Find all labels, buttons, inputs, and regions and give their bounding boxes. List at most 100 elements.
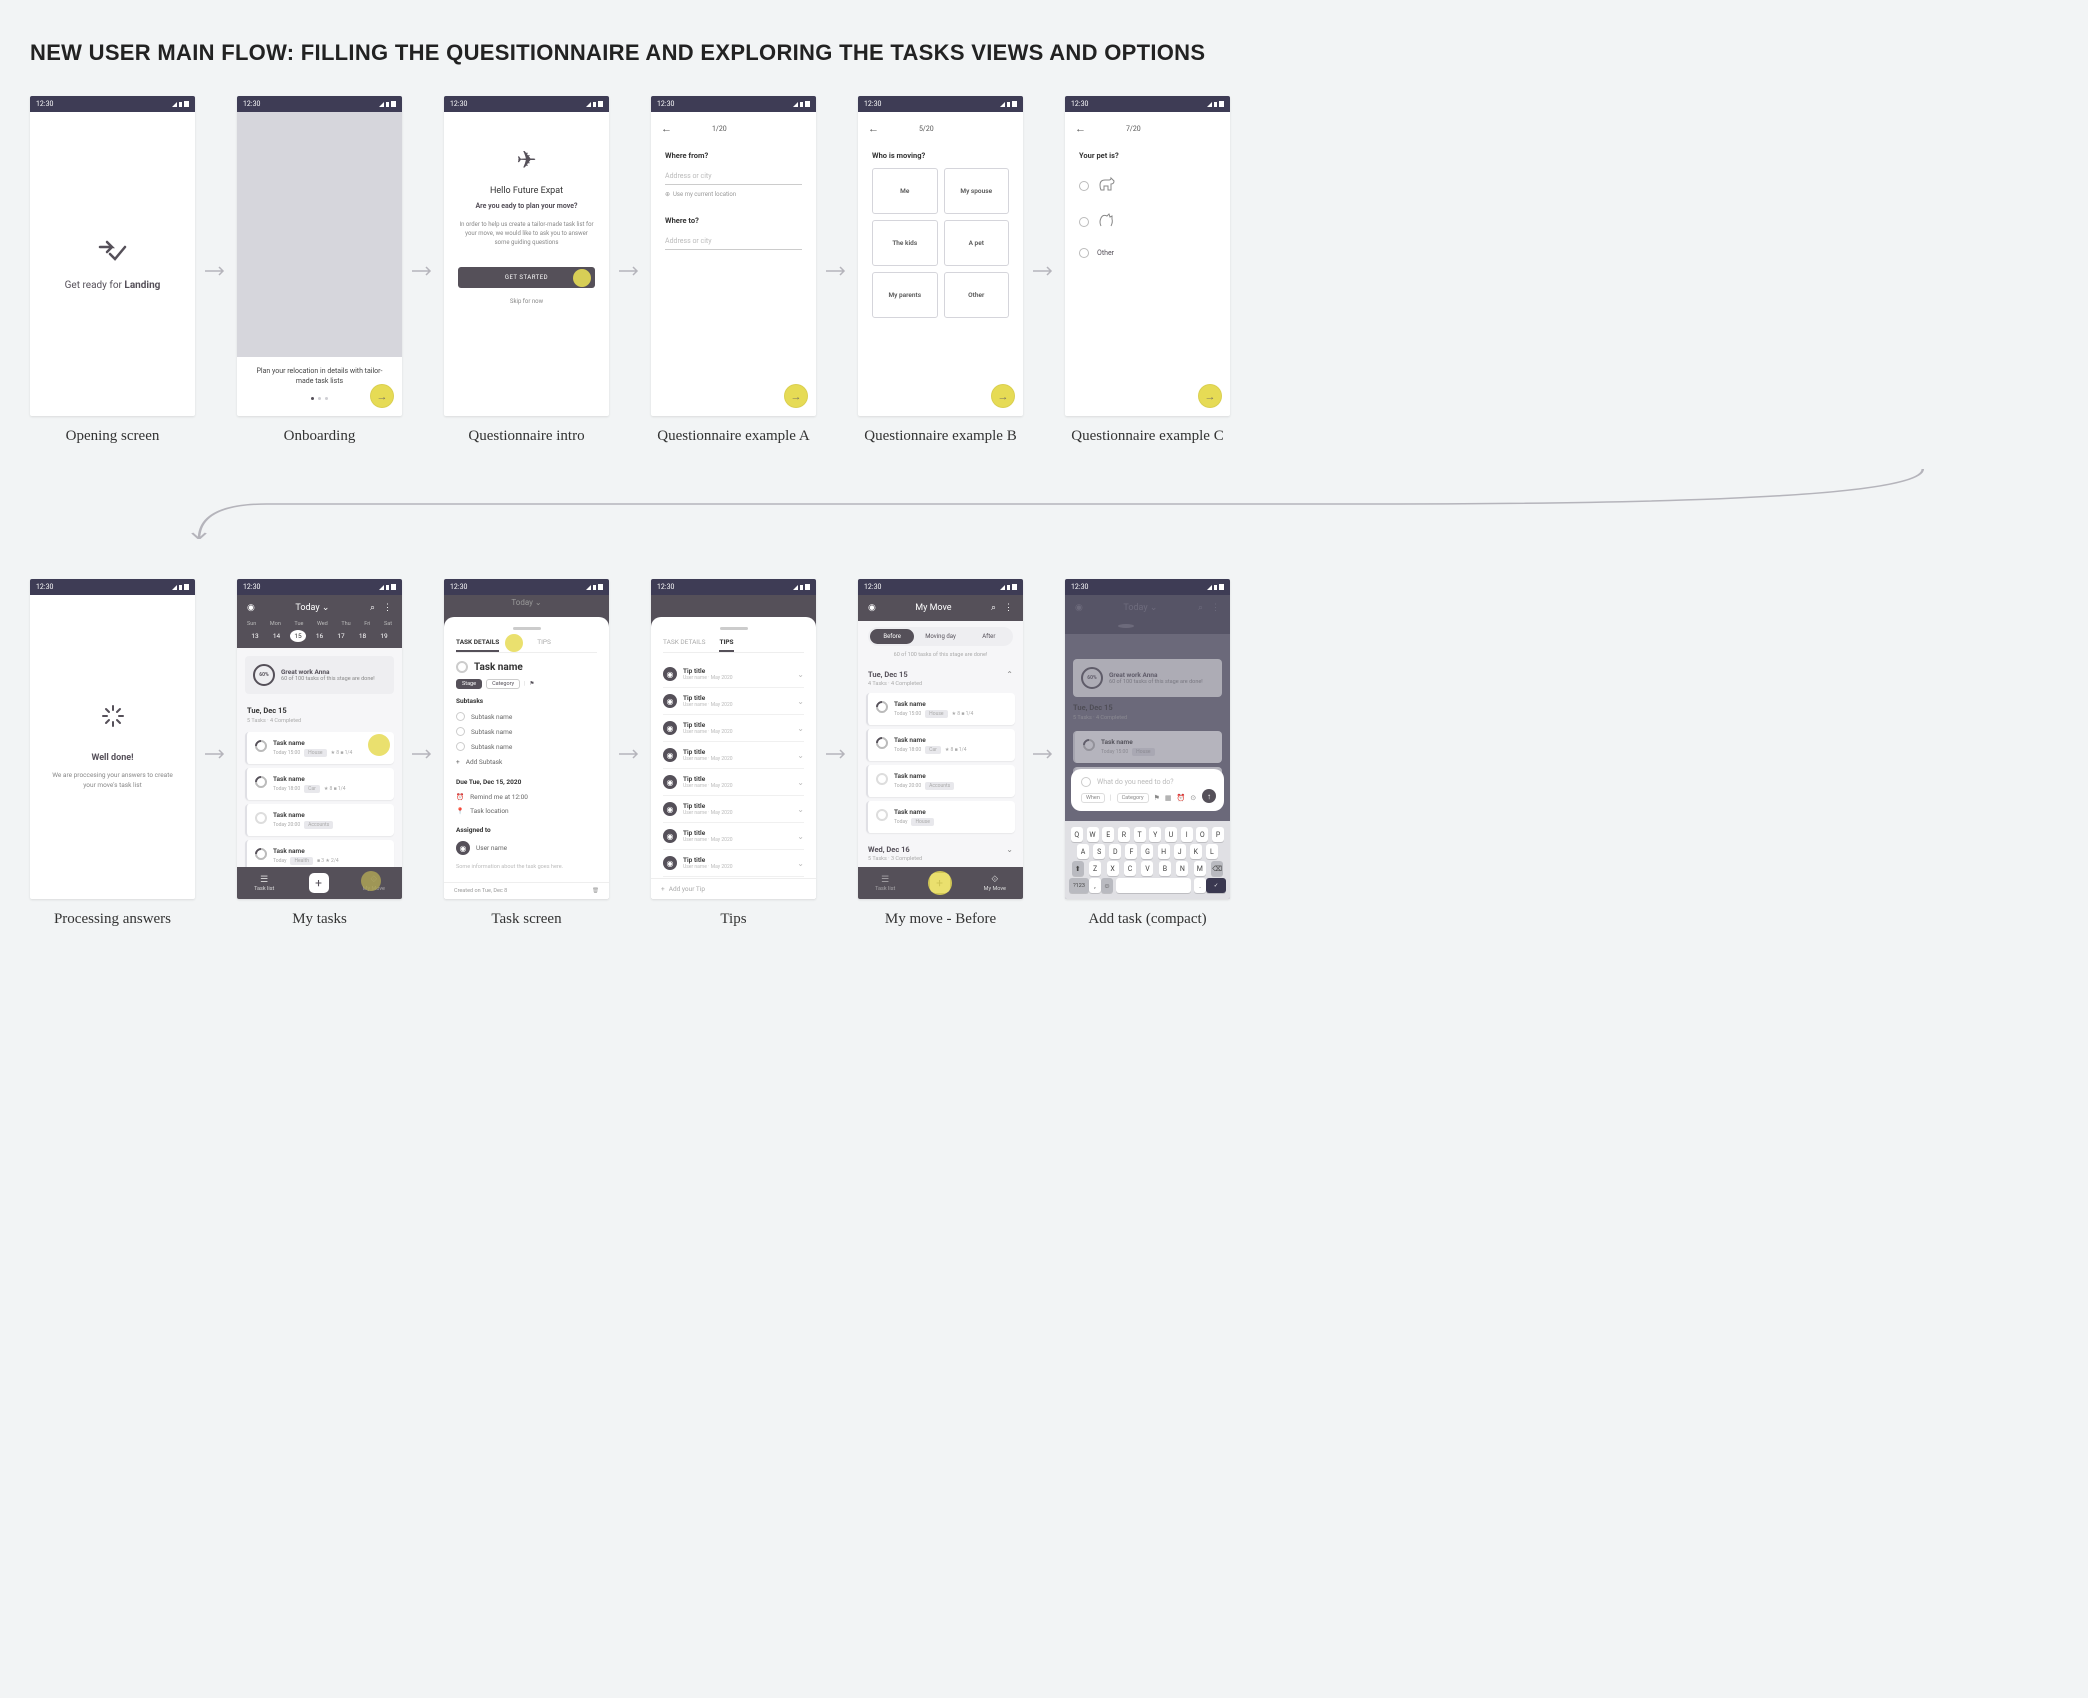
search-icon[interactable]: ⌕ bbox=[991, 603, 996, 613]
add-tip-input[interactable]: +Add your Tip bbox=[651, 878, 816, 899]
kb-key[interactable]: M bbox=[1194, 861, 1206, 876]
kb-key[interactable]: V bbox=[1141, 861, 1153, 876]
tip-row[interactable]: ◉Tip titleUser name · May 2020⌄ bbox=[663, 742, 804, 769]
task-row[interactable]: Task nameTodayHouse bbox=[866, 801, 1015, 833]
segment-moving-day[interactable]: Moving day bbox=[918, 629, 962, 644]
subtask-row[interactable]: Subtask name bbox=[456, 724, 597, 739]
date-row[interactable]: 13141516171819 bbox=[247, 630, 392, 642]
task-row[interactable]: Task nameToday 20:00Accounts bbox=[245, 804, 394, 836]
add-fab[interactable]: + bbox=[309, 873, 329, 893]
tip-row[interactable]: ◉Tip titleUser name · May 2020⌄ bbox=[663, 661, 804, 688]
kb-key[interactable]: Z bbox=[1089, 861, 1101, 876]
next-fab[interactable]: → bbox=[991, 384, 1015, 408]
next-fab[interactable]: → bbox=[370, 384, 394, 408]
kb-key[interactable]: P bbox=[1212, 827, 1224, 842]
tip-row[interactable]: ◉Tip titleUser name · May 2020⌄ bbox=[663, 715, 804, 742]
task-row[interactable]: Task nameToday 18:00Car★ 8 ■ 1/4 bbox=[866, 729, 1015, 761]
kb-symbols[interactable]: ?123 bbox=[1069, 878, 1089, 893]
stage-chip[interactable]: Stage bbox=[456, 679, 482, 689]
kb-comma[interactable]: , bbox=[1089, 878, 1101, 893]
category-chip[interactable]: Category bbox=[1117, 793, 1149, 803]
kb-key[interactable]: I bbox=[1181, 827, 1193, 842]
kb-key[interactable]: C bbox=[1124, 861, 1136, 876]
header-title[interactable]: Today ⌄ bbox=[295, 603, 329, 613]
tip-row[interactable]: ◉Tip titleUser name · May 2020⌄ bbox=[663, 823, 804, 850]
radio-option[interactable]: Other bbox=[1079, 240, 1216, 266]
tip-row[interactable]: ◉Tip titleUser name · May 2020⌄ bbox=[663, 688, 804, 715]
use-location-link[interactable]: ⊕Use my current location bbox=[665, 191, 802, 198]
task-input[interactable]: What do you need to do? bbox=[1081, 777, 1214, 787]
sheet-handle[interactable] bbox=[513, 627, 541, 630]
tip-row[interactable]: ◉Tip titleUser name · May 2020⌄ bbox=[663, 769, 804, 796]
kb-key[interactable]: G bbox=[1141, 844, 1153, 859]
option-card[interactable]: Me bbox=[872, 168, 938, 214]
segment-before[interactable]: Before bbox=[870, 629, 914, 644]
flag-icon[interactable]: ⚑ bbox=[1154, 794, 1160, 802]
address-input[interactable]: Address or city bbox=[665, 233, 802, 250]
tip-row[interactable]: ◉Tip titleUser name · May 2020⌄ bbox=[663, 850, 804, 877]
kb-dot[interactable]: . bbox=[1194, 878, 1206, 893]
assignee-row[interactable]: ◉User name bbox=[456, 838, 597, 858]
kb-key[interactable]: T bbox=[1134, 827, 1146, 842]
kb-space[interactable] bbox=[1116, 878, 1191, 893]
kb-enter[interactable]: ✓ bbox=[1206, 878, 1226, 893]
nav-task-list[interactable]: ☰Task list bbox=[254, 875, 274, 892]
kb-key[interactable]: F bbox=[1125, 844, 1137, 859]
more-icon[interactable]: ⋮ bbox=[1004, 603, 1013, 613]
subtask-row[interactable]: Subtask name bbox=[456, 709, 597, 724]
kb-key[interactable]: X bbox=[1107, 861, 1119, 876]
kb-backspace[interactable]: ⌫ bbox=[1211, 861, 1223, 876]
kb-key[interactable]: S bbox=[1093, 844, 1105, 859]
flag-icon[interactable]: ⚑ bbox=[529, 681, 534, 687]
option-card[interactable]: Other bbox=[944, 272, 1010, 318]
kb-key[interactable]: K bbox=[1190, 844, 1202, 859]
kb-key[interactable]: A bbox=[1077, 844, 1089, 859]
tab-tips[interactable]: TIPS bbox=[719, 638, 733, 652]
next-fab[interactable]: → bbox=[1198, 384, 1222, 408]
task-row[interactable]: Task nameToday 15:00House★ 8 ■ 1/4 bbox=[866, 693, 1015, 725]
address-input[interactable]: Address or city bbox=[665, 168, 802, 185]
kb-shift[interactable]: ⬆ bbox=[1072, 861, 1084, 876]
option-card[interactable]: The kids bbox=[872, 220, 938, 266]
back-icon[interactable]: ← bbox=[661, 122, 672, 135]
task-row[interactable]: Task nameToday 18:00Car★ 8 ■ 1/4 bbox=[245, 768, 394, 800]
get-started-button[interactable]: GET STARTED bbox=[458, 267, 595, 288]
kb-emoji[interactable]: ☺ bbox=[1101, 878, 1113, 893]
nav-my-move[interactable]: ⟐My Move bbox=[363, 875, 385, 892]
task-row[interactable]: Task nameToday 20:00Accounts bbox=[866, 765, 1015, 797]
calendar-icon[interactable]: ▦ bbox=[1165, 794, 1172, 802]
pin-icon[interactable]: ⊙ bbox=[1190, 794, 1196, 802]
back-icon[interactable]: ← bbox=[868, 122, 879, 135]
location-row[interactable]: 📍Task location bbox=[456, 804, 597, 818]
kb-key[interactable]: L bbox=[1206, 844, 1218, 859]
more-icon[interactable]: ⋮ bbox=[383, 603, 392, 613]
tip-row[interactable]: ◉Tip titleUser name · May 2020⌄ bbox=[663, 796, 804, 823]
trash-icon[interactable]: 🗑 bbox=[592, 888, 599, 894]
kb-key[interactable]: H bbox=[1158, 844, 1170, 859]
day-header[interactable]: Wed, Dec 16⌄5 Tasks · 3 Completed bbox=[858, 837, 1023, 864]
sheet-handle[interactable] bbox=[720, 627, 748, 630]
tab-details[interactable]: TASK DETAILS bbox=[456, 638, 499, 652]
account-icon[interactable]: ◉ bbox=[868, 603, 876, 613]
kb-key[interactable]: E bbox=[1102, 827, 1114, 842]
option-card[interactable]: My spouse bbox=[944, 168, 1010, 214]
tab-details[interactable]: TASK DETAILS bbox=[663, 638, 705, 652]
nav-my-move[interactable]: ⟐My Move bbox=[984, 875, 1006, 892]
category-chip[interactable]: Category bbox=[486, 679, 520, 689]
account-icon[interactable]: ◉ bbox=[247, 603, 255, 613]
task-ring-icon[interactable] bbox=[456, 661, 468, 673]
kb-key[interactable]: Q bbox=[1071, 827, 1083, 842]
kb-key[interactable]: N bbox=[1176, 861, 1188, 876]
kb-key[interactable]: D bbox=[1109, 844, 1121, 859]
kb-key[interactable]: J bbox=[1174, 844, 1186, 859]
option-card[interactable]: A pet bbox=[944, 220, 1010, 266]
page-dots[interactable] bbox=[255, 397, 384, 400]
add-fab[interactable]: + bbox=[930, 873, 950, 893]
search-icon[interactable]: ⌕ bbox=[370, 603, 375, 613]
skip-link[interactable]: Skip for now bbox=[510, 298, 543, 305]
kb-key[interactable]: Y bbox=[1149, 827, 1161, 842]
day-header[interactable]: Tue, Dec 15⌃4 Tasks · 4 Completed bbox=[858, 662, 1023, 689]
kb-key[interactable]: B bbox=[1159, 861, 1171, 876]
radio-option[interactable] bbox=[1079, 168, 1216, 204]
option-card[interactable]: My parents bbox=[872, 272, 938, 318]
